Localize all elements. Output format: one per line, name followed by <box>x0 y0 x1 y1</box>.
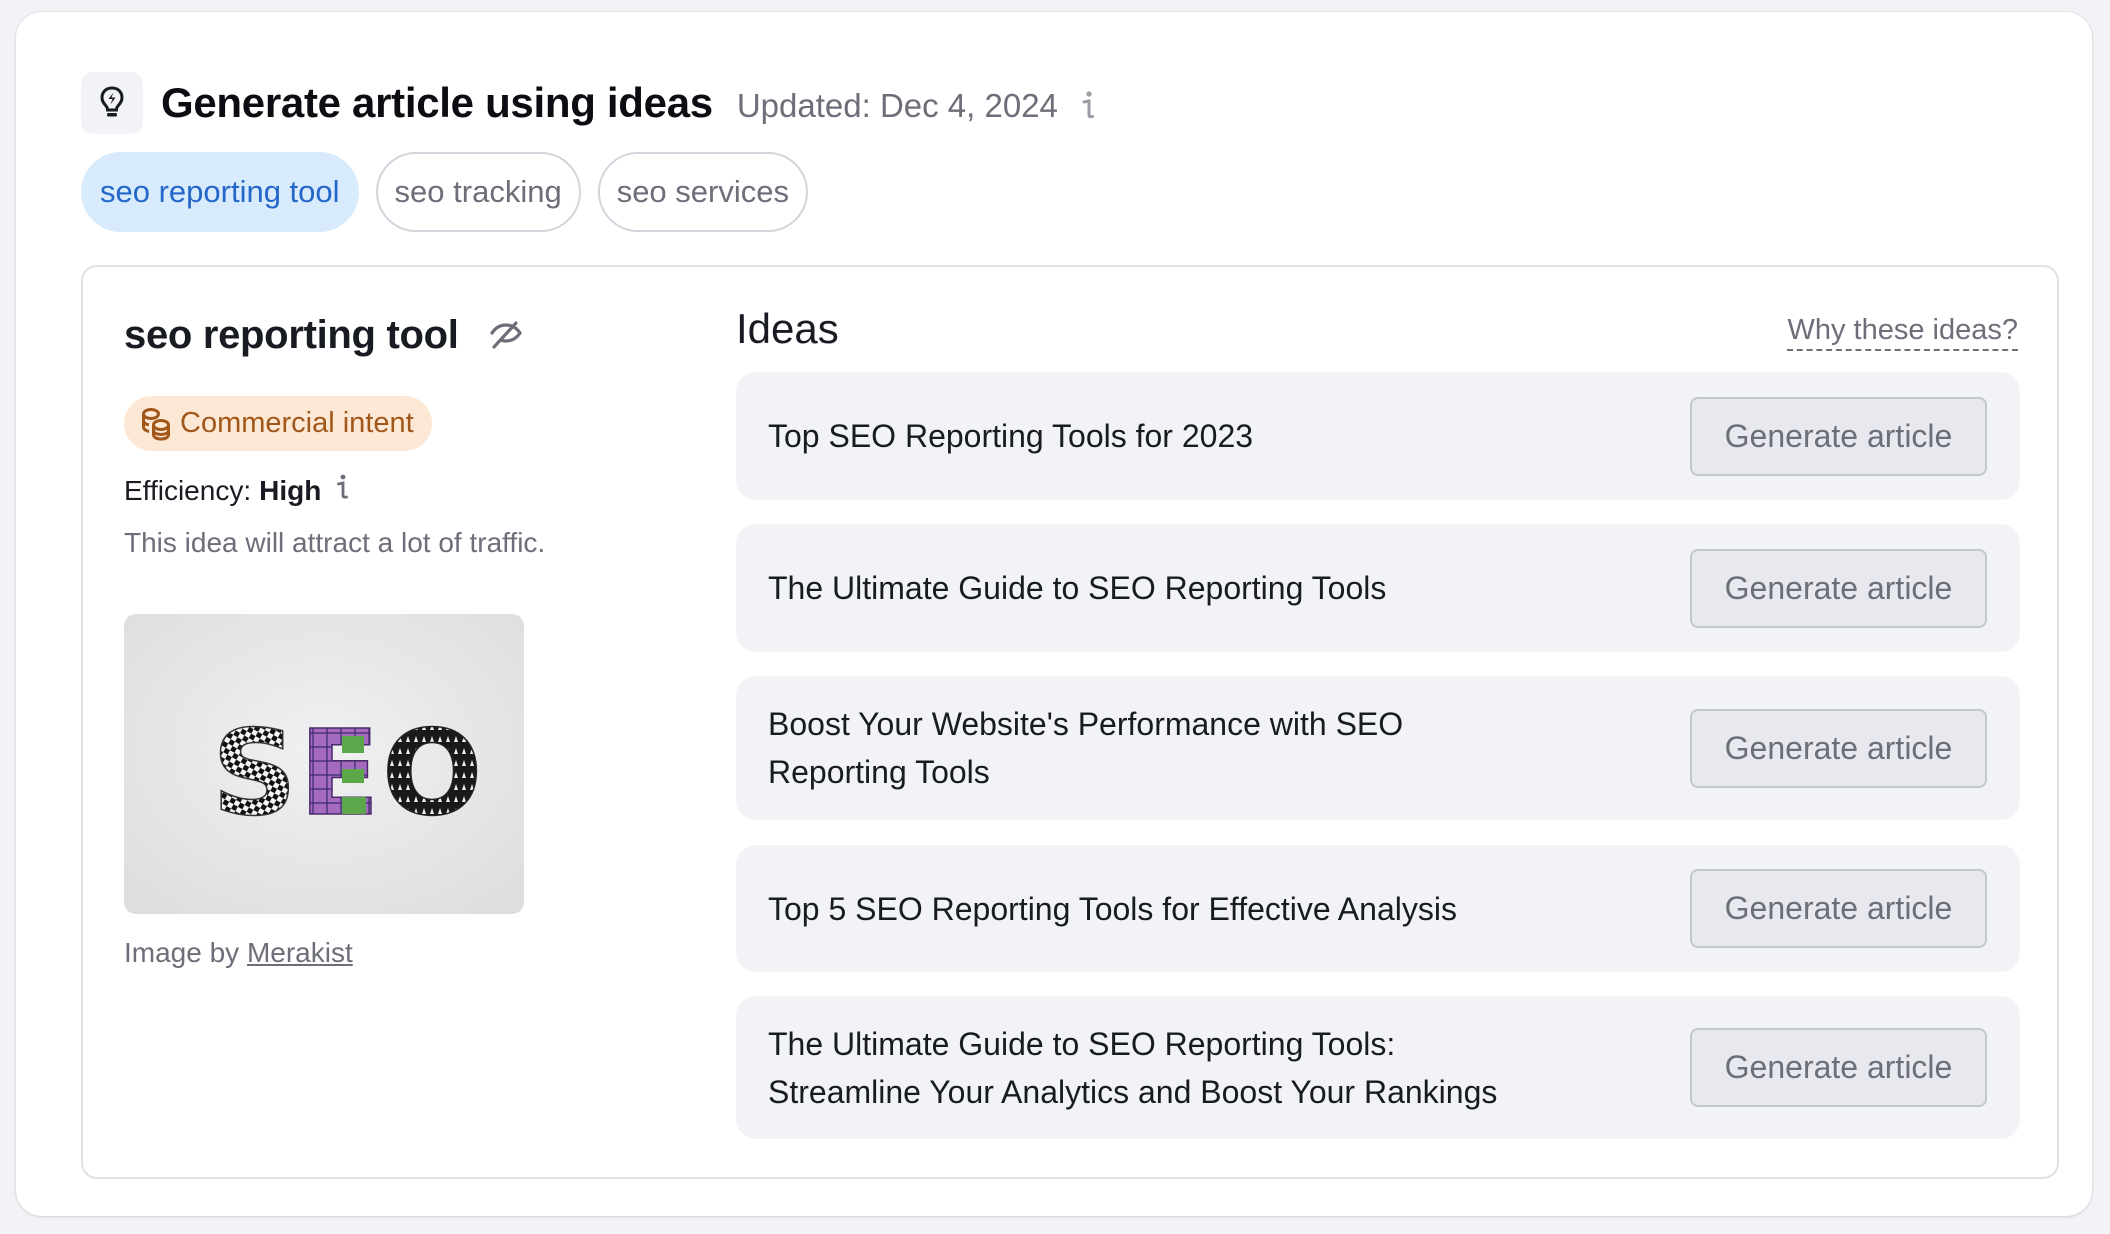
ideas-panel: seo reporting tool Commercial intent Eff… <box>81 265 2059 1179</box>
info-icon[interactable] <box>1080 90 1096 120</box>
generate-article-button[interactable]: Generate article <box>1690 708 1987 788</box>
intent-label: Commercial intent <box>180 407 414 439</box>
efficiency-description: This idea will attract a lot of traffic. <box>124 527 546 558</box>
generate-article-button[interactable]: Generate article <box>1690 548 1987 628</box>
coins-icon <box>142 407 170 441</box>
info-icon[interactable] <box>335 473 349 501</box>
svg-text:E: E <box>299 704 380 842</box>
svg-text:O: O <box>382 704 482 842</box>
idea-title: Top SEO Reporting Tools for 2023 <box>768 418 1254 454</box>
updated-date: Updated: Dec 4, 2024 <box>736 87 1058 124</box>
card-header: Generate article using ideas Updated: De… <box>81 72 1096 134</box>
idea-row: Boost Your Website's Performance with SE… <box>736 676 2020 820</box>
image-credit: Image by Merakist <box>124 937 353 969</box>
keyword-tabs: seo reporting tool seo tracking seo serv… <box>81 152 808 232</box>
keyword-title-row: seo reporting tool <box>124 307 523 363</box>
why-these-ideas-link[interactable]: Why these ideas? <box>1787 314 2018 351</box>
eye-slash-icon[interactable] <box>489 320 523 350</box>
lightbulb-bolt-icon <box>81 72 143 134</box>
page-title: Generate article using ideas <box>161 79 713 126</box>
idea-title: Top 5 SEO Reporting Tools for Effective … <box>768 890 1457 927</box>
idea-row: The Ultimate Guide to SEO Reporting Tool… <box>736 524 2020 652</box>
efficiency-value: High <box>259 475 322 506</box>
keyword-title: seo reporting tool <box>124 312 459 357</box>
idea-title: The Ultimate Guide to SEO Reporting Tool… <box>768 570 1387 606</box>
generate-article-button[interactable]: Generate article <box>1690 1028 1987 1107</box>
efficiency: Efficiency: High <box>124 473 349 507</box>
efficiency-label: Efficiency: <box>124 475 252 506</box>
svg-text:S: S <box>212 704 297 842</box>
tab-seo-tracking[interactable]: seo tracking <box>375 152 581 232</box>
idea-row: The Ultimate Guide to SEO Reporting Tool… <box>736 996 2020 1139</box>
idea-title: Boost Your Website's Performance with SE… <box>768 706 1404 790</box>
tab-seo-reporting-tool[interactable]: seo reporting tool <box>81 152 359 232</box>
image-credit-prefix: Image by <box>124 937 240 968</box>
keyword-image: S E O <box>124 614 524 914</box>
tab-seo-services[interactable]: seo services <box>597 152 808 232</box>
generate-article-card: Generate article using ideas Updated: De… <box>16 12 2092 1216</box>
generate-article-button[interactable]: Generate article <box>1690 396 1987 476</box>
image-author-link[interactable]: Merakist <box>247 937 353 968</box>
idea-title: The Ultimate Guide to SEO Reporting Tool… <box>768 1025 1498 1110</box>
intent-badge: Commercial intent <box>124 396 432 451</box>
generate-article-button[interactable]: Generate article <box>1690 869 1987 948</box>
ideas-heading: Ideas <box>736 305 839 352</box>
idea-row: Top 5 SEO Reporting Tools for Effective … <box>736 845 2020 972</box>
idea-row: Top SEO Reporting Tools for 2023 Generat… <box>736 372 2020 500</box>
